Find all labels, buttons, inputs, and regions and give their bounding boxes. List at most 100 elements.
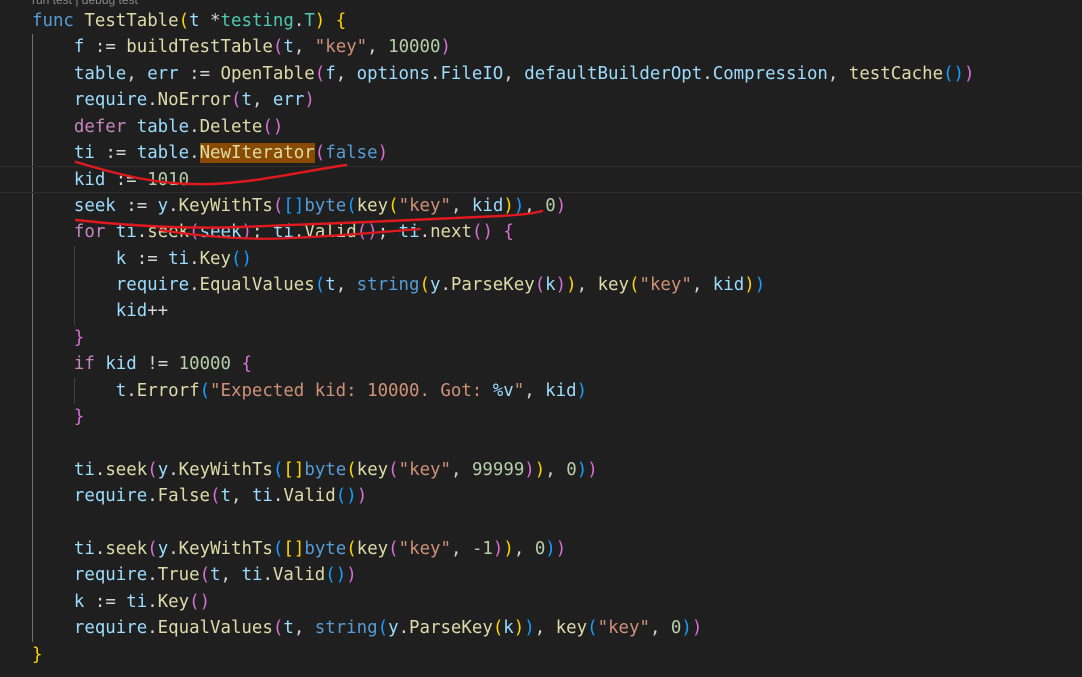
code-token: ) [304, 90, 315, 111]
code-editor[interactable]: run test | debug test func TestTable(t *… [0, 0, 1082, 677]
code-token: ( [346, 539, 357, 559]
code-line[interactable]: } [0, 404, 1082, 430]
code-token: byte [304, 539, 347, 559]
code-line[interactable]: require.EqualValues(t, string(y.ParseKey… [0, 272, 1082, 298]
code-token: byte [304, 459, 347, 480]
code-token: ( [272, 37, 284, 58]
code-line[interactable]: ti.seek(y.KeyWithTs([]byte(key("key", 99… [0, 457, 1082, 483]
code-line[interactable]: seek := y.KeyWithTs([]byte(key("key", ki… [0, 193, 1082, 219]
code-token: ti [115, 222, 137, 243]
code-line[interactable]: for ti.seek(seek); ti.Valid(); ti.next()… [0, 219, 1082, 245]
code-token: ) [241, 222, 252, 243]
code-line[interactable]: func TestTable(t *testing.T) { [0, 8, 1082, 34]
code-line[interactable]: require.False(t, ti.Valid()) [0, 483, 1082, 509]
code-token: ) [754, 275, 766, 295]
code-line[interactable]: t.Errorf("Expected kid: 10000. Got: %v",… [0, 378, 1082, 404]
code-line[interactable]: } [0, 325, 1082, 351]
code-token: , [450, 539, 472, 559]
code-line[interactable]: if kid != 10000 { [0, 351, 1082, 377]
code-token: , [220, 565, 242, 586]
code-token: False [157, 486, 211, 507]
code-token: buildTestTable [126, 37, 273, 58]
code-token: ) [566, 275, 577, 295]
code-token: ( [346, 195, 357, 216]
code-line[interactable]: k := ti.Key() [0, 589, 1082, 615]
code-token: kid [115, 301, 148, 322]
code-token: := [115, 195, 158, 216]
code-token: , [293, 618, 315, 639]
code-line[interactable]: ti.seek(y.KeyWithTs([]byte(key("key", -1… [0, 536, 1082, 562]
code-token: k [545, 275, 556, 295]
code-line[interactable]: } [0, 642, 1082, 668]
code-token: . [189, 248, 200, 269]
code-token: Key [157, 591, 190, 612]
code-token: () [231, 248, 252, 269]
code-token: () [943, 63, 965, 84]
code-token: ( [492, 618, 504, 639]
code-line[interactable]: table, err := OpenTable(f, options.FileI… [0, 61, 1082, 87]
code-token: Valid [283, 486, 336, 507]
code-token: ( [199, 380, 211, 401]
code-token: 10000 [388, 37, 441, 58]
code-token: := [105, 170, 148, 191]
code-token: string [356, 275, 420, 295]
code-token: ; [251, 222, 273, 243]
code-token: ) [534, 459, 546, 480]
code-line[interactable]: kid++ [0, 298, 1082, 324]
code-token: " [513, 380, 525, 401]
code-token: , [827, 63, 849, 84]
code-token: k [503, 618, 514, 639]
code-token: k [115, 248, 127, 269]
code-token: ( [178, 11, 190, 31]
code-token: () [325, 565, 347, 586]
code-token: , [450, 459, 472, 480]
code-line[interactable]: defer table.Delete() [0, 114, 1082, 140]
code-token: y [157, 195, 169, 216]
code-token: Delete [199, 116, 263, 137]
code-token: ( [388, 195, 399, 216]
code-line[interactable] [0, 430, 1082, 456]
code-token: Compression [712, 63, 828, 84]
code-line[interactable]: f := buildTestTable(t, "key", 10000) [0, 34, 1082, 60]
code-token: ( [388, 459, 399, 480]
code-token: , [649, 618, 671, 639]
code-line[interactable]: kid := 1010 [0, 166, 1082, 193]
code-token: next [430, 222, 472, 243]
code-token: testing [220, 11, 294, 31]
code-line[interactable] [0, 510, 1082, 536]
code-token: k [73, 591, 85, 612]
code-token: () [189, 591, 211, 612]
code-token: ( [534, 275, 546, 295]
code-token: ) [576, 380, 588, 401]
code-token: KeyWithTs [178, 539, 273, 559]
code-token: f [73, 37, 85, 58]
code-token: . [189, 116, 200, 137]
code-token: key [555, 618, 588, 639]
code-token: seek [199, 222, 242, 243]
code-token: 0 [534, 539, 546, 559]
code-token: != [136, 354, 179, 375]
code-token: 0 [545, 195, 556, 216]
code-token: . [293, 11, 305, 31]
code-token: ) [524, 459, 535, 480]
code-line[interactable]: require.EqualValues(t, string(y.ParseKey… [0, 615, 1082, 641]
code-line[interactable]: require.NoError(t, err) [0, 87, 1082, 113]
code-token: Errorf [136, 380, 200, 401]
code-token: KeyWithTs [178, 459, 273, 480]
code-token: , [524, 380, 546, 401]
code-line[interactable]: ti := table.NewIterator(false) [0, 140, 1082, 166]
code-line[interactable]: require.True(t, ti.Valid()) [0, 562, 1082, 588]
code-token: t [210, 565, 221, 586]
code-token: T [304, 11, 315, 31]
code-line[interactable]: k := ti.Key() [0, 246, 1082, 272]
